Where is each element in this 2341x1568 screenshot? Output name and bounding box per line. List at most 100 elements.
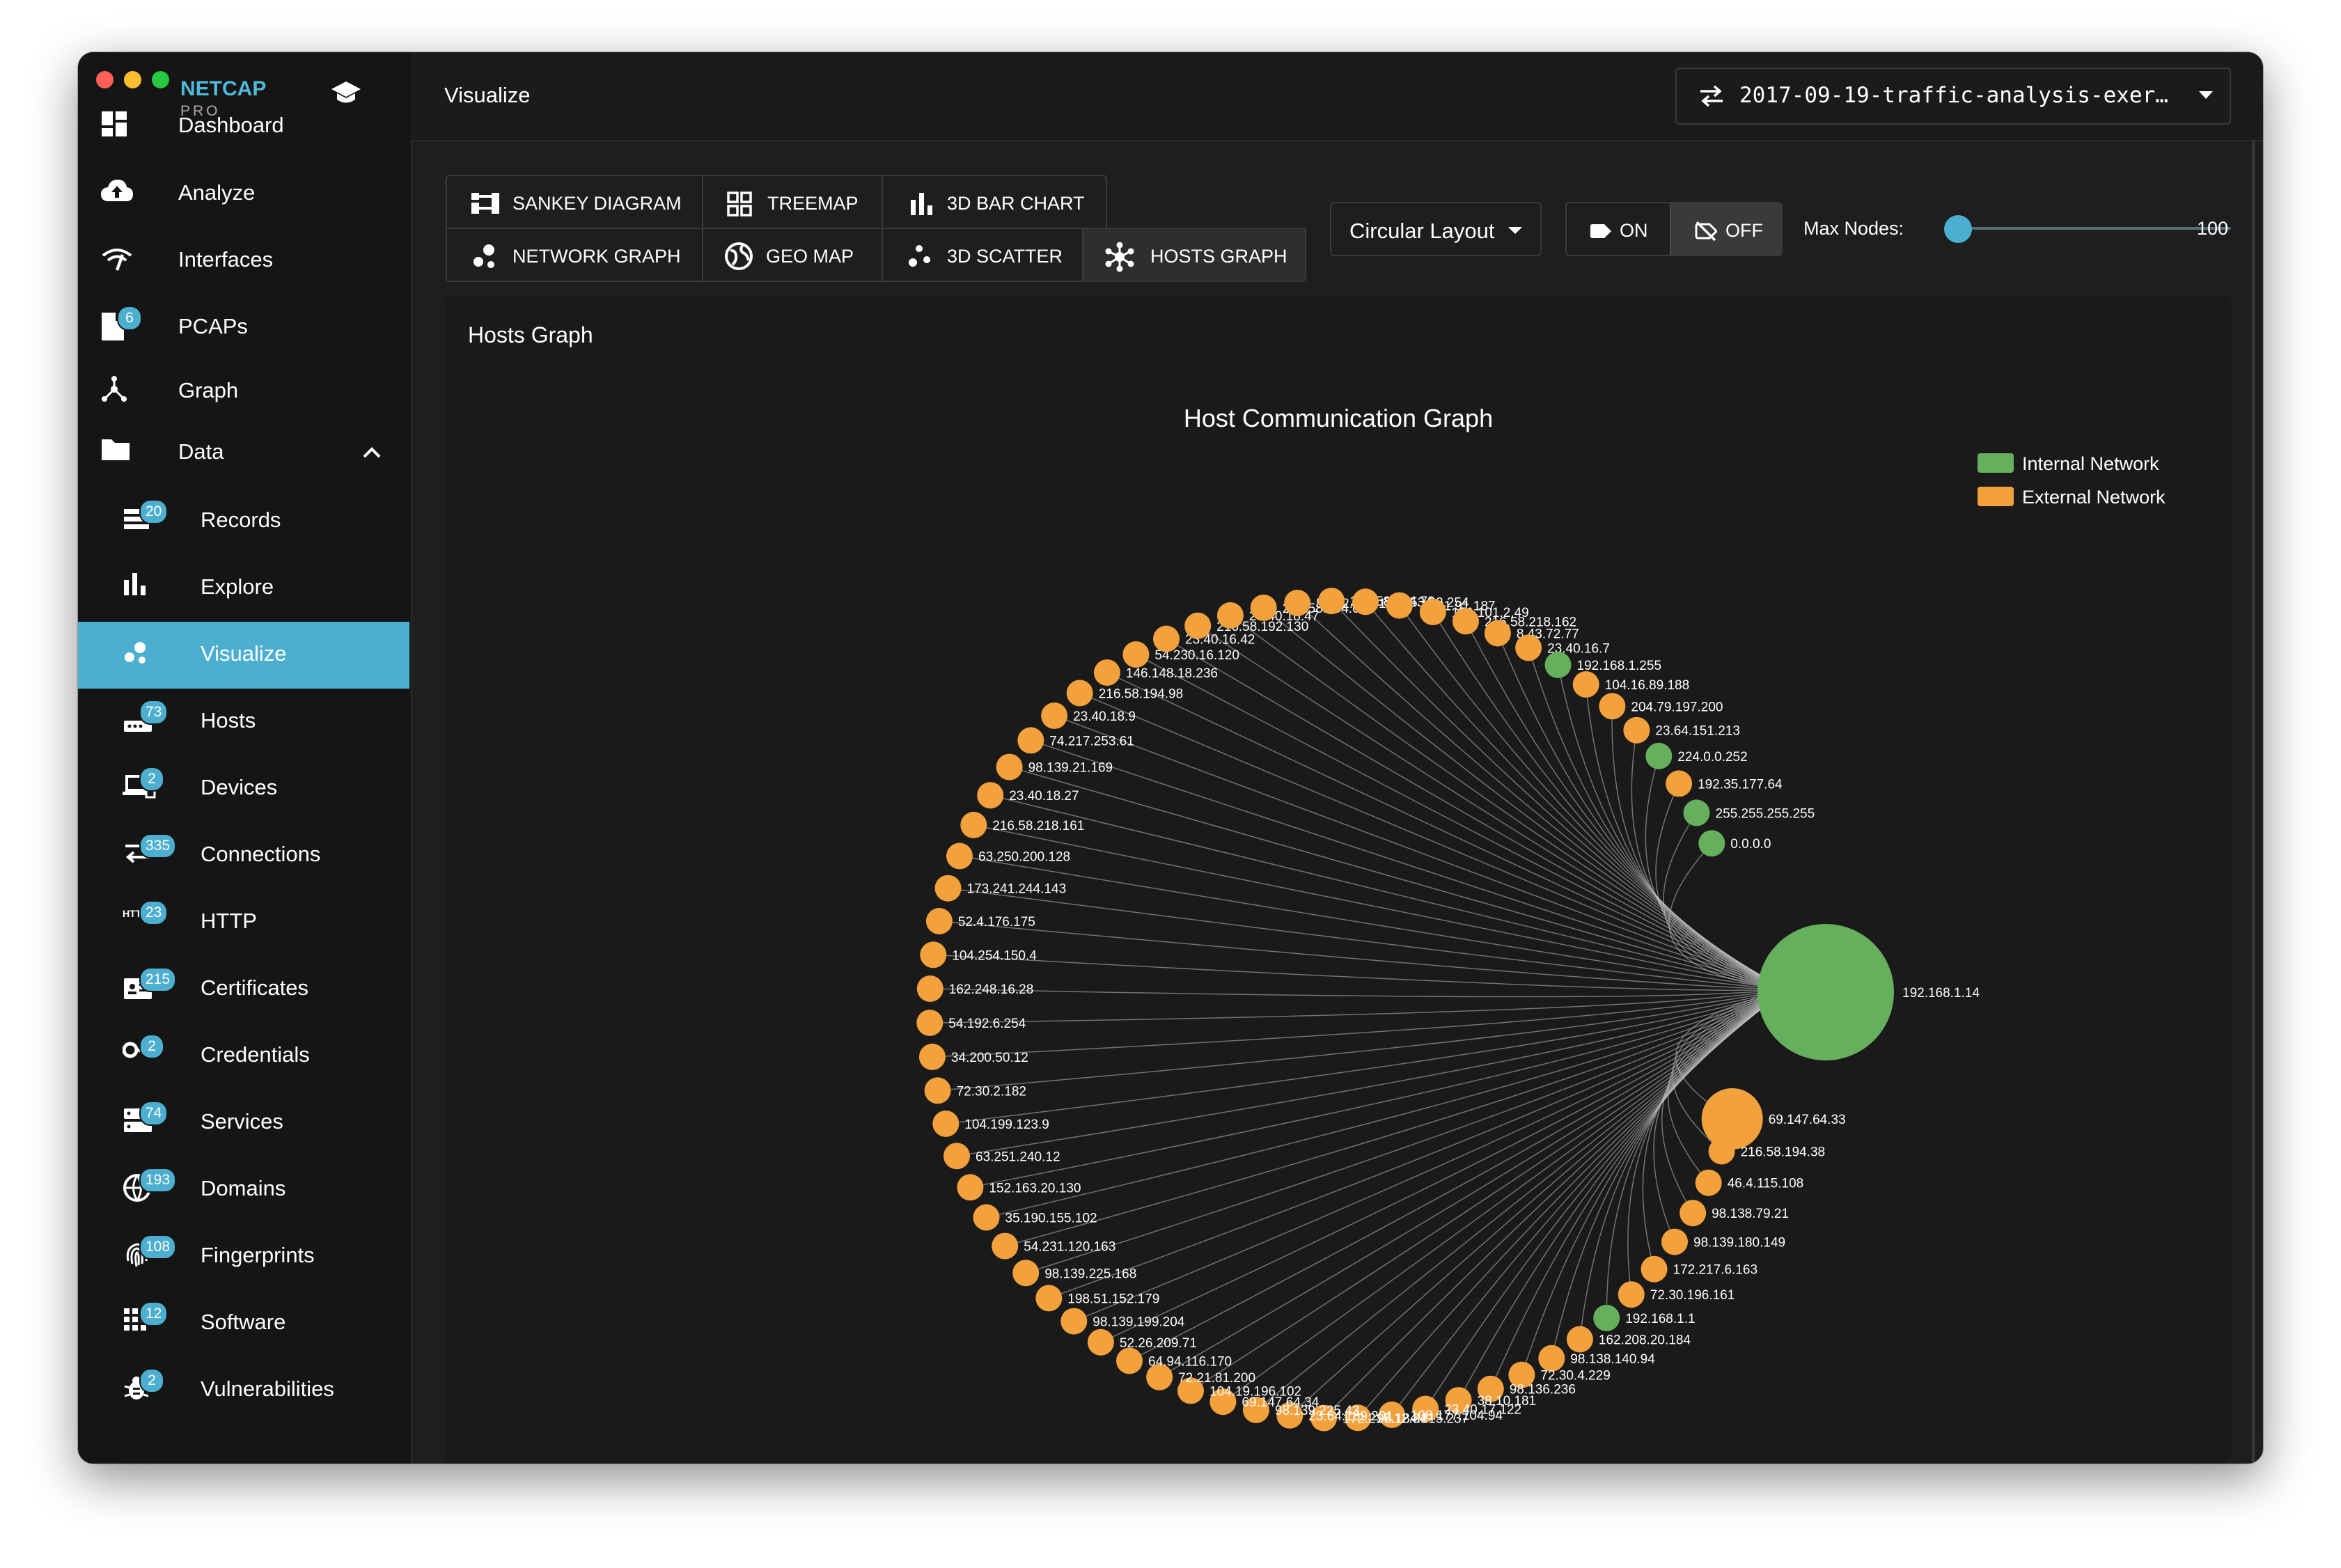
tab-sankey-diagram[interactable]: SANKEY DIAGRAM — [446, 175, 703, 229]
labels-on-button[interactable]: ON — [1567, 203, 1670, 255]
chevron-up-icon[interactable] — [362, 446, 382, 462]
sidebar-item-connections[interactable]: Connections 335 — [78, 822, 409, 889]
sidebar-item-credentials[interactable]: Credentials 2 — [78, 1023, 409, 1090]
host-node[interactable] — [934, 875, 962, 902]
host-node[interactable] — [918, 1043, 946, 1070]
host-node[interactable] — [1017, 727, 1044, 754]
sidebar-item-software[interactable]: Software 12 — [78, 1290, 409, 1357]
host-node[interactable] — [1060, 1308, 1088, 1335]
sidebar-item-records[interactable]: Records 20 — [78, 488, 409, 555]
host-node[interactable] — [916, 1010, 944, 1036]
host-node[interactable] — [1216, 602, 1244, 629]
host-node[interactable] — [916, 975, 944, 1002]
sidebar-item-http[interactable]: HTTP HTTP 23 — [78, 889, 409, 956]
host-node[interactable] — [1419, 598, 1446, 625]
host-node[interactable] — [1184, 612, 1212, 639]
host-node[interactable] — [1116, 1347, 1143, 1374]
layout-select[interactable]: Circular Layout — [1330, 202, 1542, 256]
window-minimize-button[interactable] — [124, 71, 141, 88]
window-close-button[interactable] — [96, 71, 113, 88]
tab-3d-bar-chart[interactable]: 3D BAR CHART — [882, 175, 1107, 229]
sidebar-item-devices[interactable]: Devices 2 — [78, 755, 409, 822]
host-node[interactable] — [1066, 680, 1093, 707]
sidebar-item-domains[interactable]: Domains 193 — [78, 1157, 409, 1223]
window-zoom-button[interactable] — [152, 71, 169, 88]
tab-3d-scatter[interactable]: 3D SCATTER — [882, 228, 1083, 282]
max-nodes-slider[interactable] — [1944, 215, 2231, 243]
host-node[interactable] — [1683, 799, 1710, 826]
sidebar-item-dashboard[interactable]: Dashboard — [78, 93, 409, 160]
file-selector[interactable]: 2017-09-19-traffic-analysis-exer… — [1675, 68, 2231, 125]
sidebar-item-vulnerabilities[interactable]: Vulnerabilities 2 — [78, 1357, 409, 1424]
host-node[interactable] — [1318, 588, 1345, 615]
host-node[interactable] — [1572, 671, 1599, 698]
sidebar-item-visualize[interactable]: Visualize — [78, 622, 409, 689]
host-node[interactable] — [1566, 1326, 1593, 1353]
host-node[interactable] — [996, 753, 1023, 781]
host-node[interactable] — [1087, 1328, 1114, 1356]
tab-hosts-graph[interactable]: HOSTS GRAPH — [1082, 228, 1306, 282]
host-node[interactable] — [1701, 1088, 1763, 1150]
host-node[interactable] — [1698, 830, 1725, 857]
host-node[interactable] — [1645, 742, 1673, 769]
host-node[interactable] — [960, 811, 987, 838]
host-node[interactable] — [1641, 1255, 1668, 1283]
count-badge: 74 — [139, 1101, 169, 1126]
host-node[interactable] — [1680, 1200, 1707, 1227]
host-node[interactable] — [1661, 1228, 1688, 1255]
sidebar-item-graph[interactable]: Graph — [78, 359, 409, 425]
host-node[interactable] — [946, 842, 973, 870]
sidebar-item-services[interactable]: Services 74 — [78, 1090, 409, 1157]
host-node[interactable] — [1666, 770, 1693, 797]
host-node[interactable] — [924, 1077, 951, 1104]
scrollbar[interactable] — [2252, 140, 2255, 1463]
host-node[interactable] — [957, 1174, 984, 1201]
host-node[interactable] — [1453, 608, 1479, 635]
host-node[interactable] — [932, 1110, 960, 1137]
sidebar-item-interfaces[interactable]: Interfaces — [78, 228, 409, 295]
label-icon — [1590, 224, 1611, 242]
host-node[interactable] — [1515, 634, 1542, 661]
host-node[interactable] — [1618, 1281, 1645, 1308]
host-node[interactable] — [944, 1143, 970, 1170]
host-node[interactable] — [1284, 590, 1311, 616]
host-node[interactable] — [1708, 1138, 1735, 1165]
host-node[interactable] — [925, 908, 953, 934]
sidebar-item-data[interactable]: Data — [78, 420, 409, 487]
tab-treemap[interactable]: TREEMAP — [702, 175, 883, 229]
host-node[interactable] — [1544, 652, 1572, 678]
host-node[interactable] — [1484, 620, 1511, 647]
host-node[interactable] — [992, 1232, 1019, 1260]
host-node[interactable] — [920, 941, 947, 969]
host-node[interactable] — [1386, 592, 1413, 619]
slider-thumb[interactable] — [1944, 215, 1972, 243]
host-node[interactable] — [1250, 594, 1277, 621]
sidebar-item-label: Explore — [201, 574, 274, 599]
host-node[interactable] — [1093, 659, 1120, 686]
labels-off-button[interactable]: OFF — [1670, 203, 1781, 255]
host-node[interactable] — [1122, 641, 1150, 668]
host-node[interactable] — [1352, 588, 1379, 616]
sidebar-item-fingerprints[interactable]: Fingerprints 108 — [78, 1223, 409, 1290]
sidebar-item-pcaps[interactable]: PCAPs 6 — [78, 295, 409, 361]
host-node[interactable] — [1153, 625, 1180, 652]
host-node-label: 98.138.140.94 — [1570, 1352, 1655, 1367]
sidebar-item-hosts[interactable]: Hosts 73 — [78, 689, 409, 755]
host-node[interactable] — [1041, 702, 1068, 729]
host-node[interactable] — [1012, 1260, 1040, 1287]
host-node[interactable] — [1623, 716, 1650, 744]
host-node[interactable] — [977, 782, 1004, 809]
graph-edge — [986, 1000, 1762, 1218]
sidebar-item-explore[interactable]: Explore — [78, 555, 409, 622]
host-node[interactable] — [1599, 693, 1626, 720]
host-node[interactable] — [1538, 1344, 1565, 1372]
sidebar-item-analyze[interactable]: Analyze — [78, 161, 409, 228]
tab-geo-map[interactable]: GEO MAP — [702, 228, 883, 282]
tab-network-graph[interactable]: NETWORK GRAPH — [446, 228, 703, 282]
host-node[interactable] — [973, 1204, 1000, 1231]
host-node[interactable] — [1695, 1169, 1722, 1196]
center-host-node[interactable] — [1757, 924, 1894, 1060]
host-node[interactable] — [1593, 1304, 1620, 1331]
host-node[interactable] — [1035, 1285, 1063, 1312]
sidebar-item-certificates[interactable]: Certificates 215 — [78, 956, 409, 1023]
